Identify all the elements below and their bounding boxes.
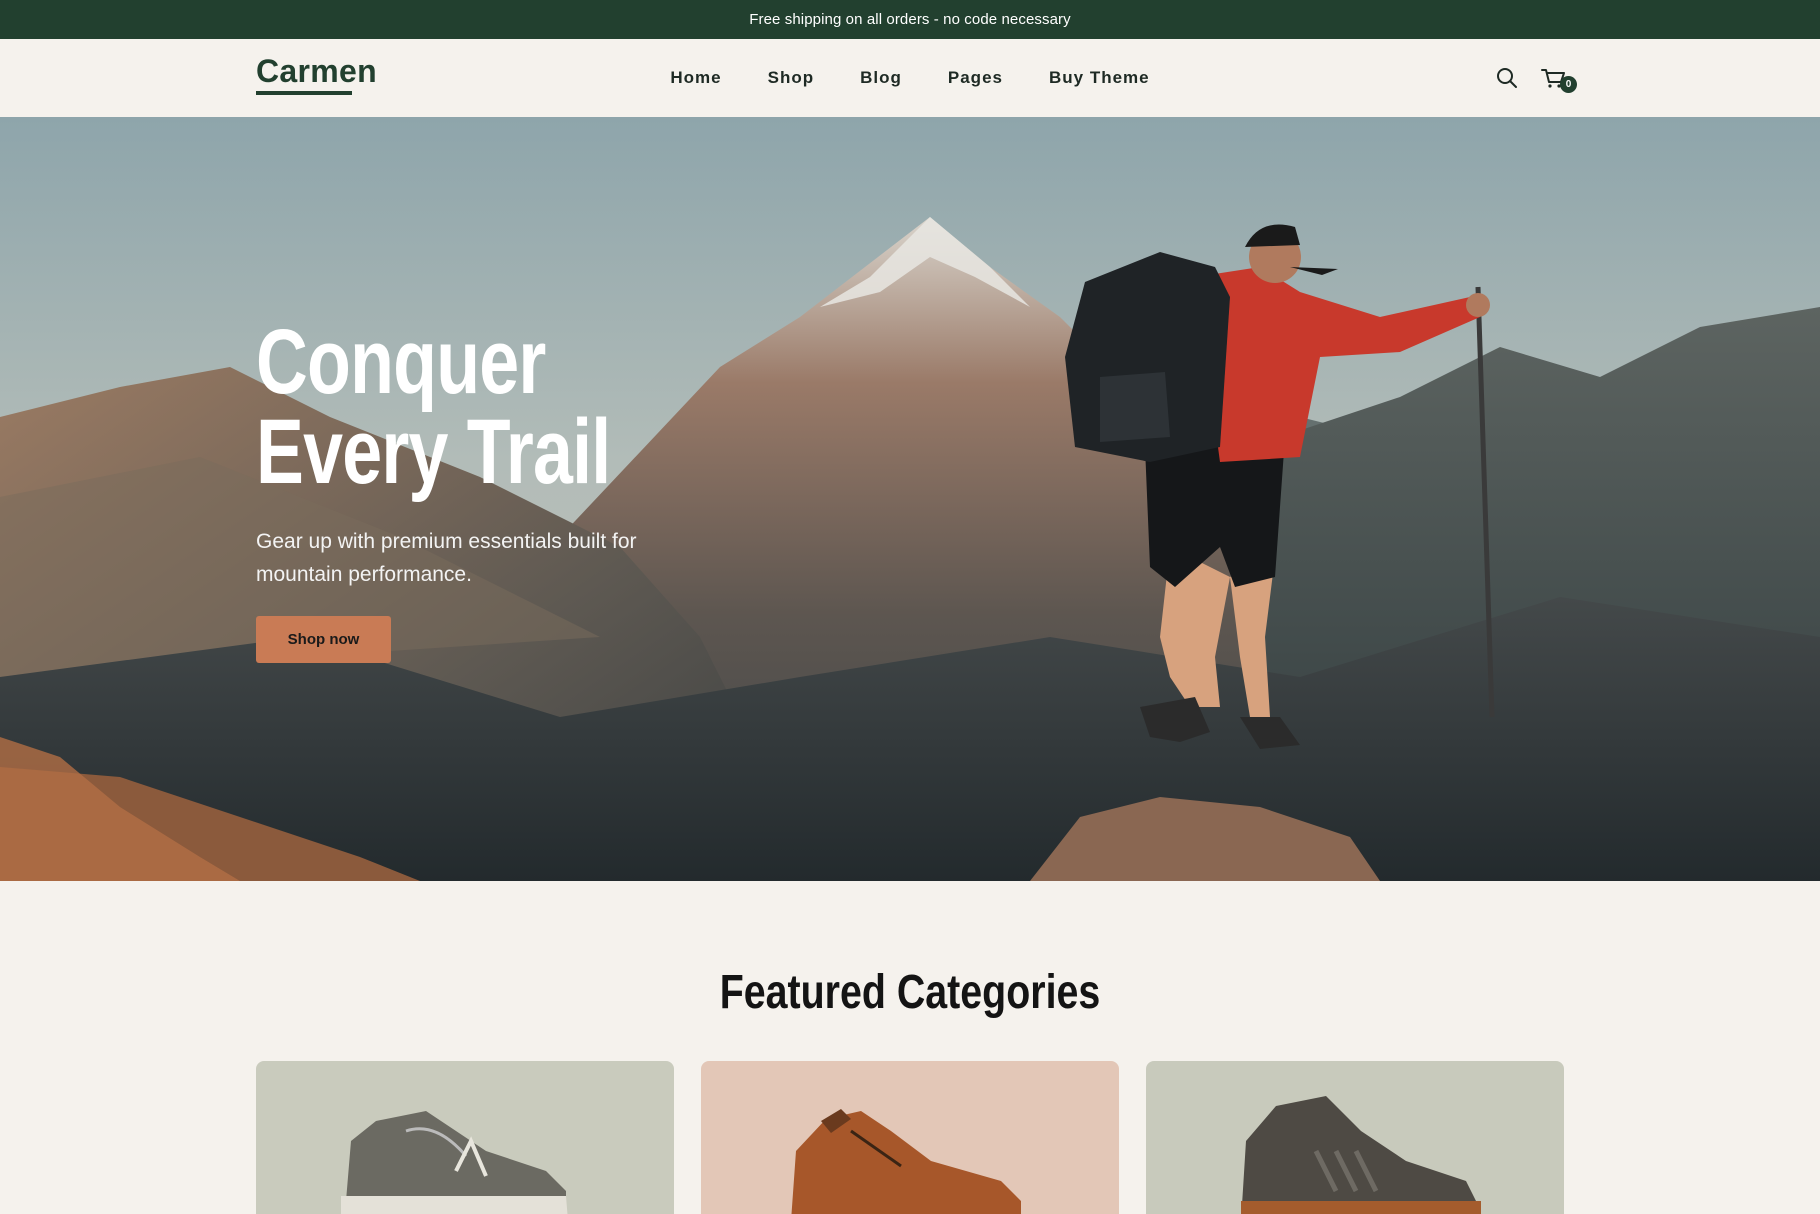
- leather-boot-image: [701, 1061, 1119, 1214]
- cart-icon[interactable]: 0: [1539, 63, 1577, 93]
- cart-count-badge: 0: [1560, 76, 1577, 93]
- search-icon[interactable]: [1492, 63, 1522, 93]
- hero-subtitle: Gear up with premium essentials built fo…: [256, 530, 637, 586]
- announcement-bar: Free shipping on all orders - no code ne…: [0, 0, 1820, 39]
- category-card-hiking-boots[interactable]: [1146, 1061, 1564, 1214]
- featured-categories-title: Featured Categories: [719, 966, 1101, 1019]
- hero-content: Conquer Every Trail Gear up with premium…: [256, 311, 776, 663]
- hero-banner: Conquer Every Trail Gear up with premium…: [0, 117, 1820, 881]
- nav-shop[interactable]: Shop: [768, 68, 815, 88]
- nav-blog[interactable]: Blog: [860, 68, 902, 88]
- category-card-sneakers[interactable]: [256, 1061, 674, 1214]
- hero-title-line-2: Every Trail: [256, 401, 611, 503]
- nav-home[interactable]: Home: [670, 68, 721, 88]
- featured-categories-section: Featured Categories: [0, 881, 1820, 1214]
- site-header: Carmen Home Shop Blog Pages Buy Theme 0: [0, 39, 1820, 117]
- shop-now-button[interactable]: Shop now: [256, 616, 391, 663]
- hero-title: Conquer Every Trail: [256, 311, 662, 503]
- sneaker-image: [256, 1061, 674, 1214]
- hiking-boot-image: [1146, 1061, 1564, 1214]
- announcement-text: Free shipping on all orders - no code ne…: [749, 11, 1071, 28]
- category-card-leather-boots[interactable]: [701, 1061, 1119, 1214]
- hero-title-line-1: Conquer: [256, 311, 546, 413]
- nav-buy-theme[interactable]: Buy Theme: [1049, 68, 1150, 88]
- nav-pages[interactable]: Pages: [948, 68, 1003, 88]
